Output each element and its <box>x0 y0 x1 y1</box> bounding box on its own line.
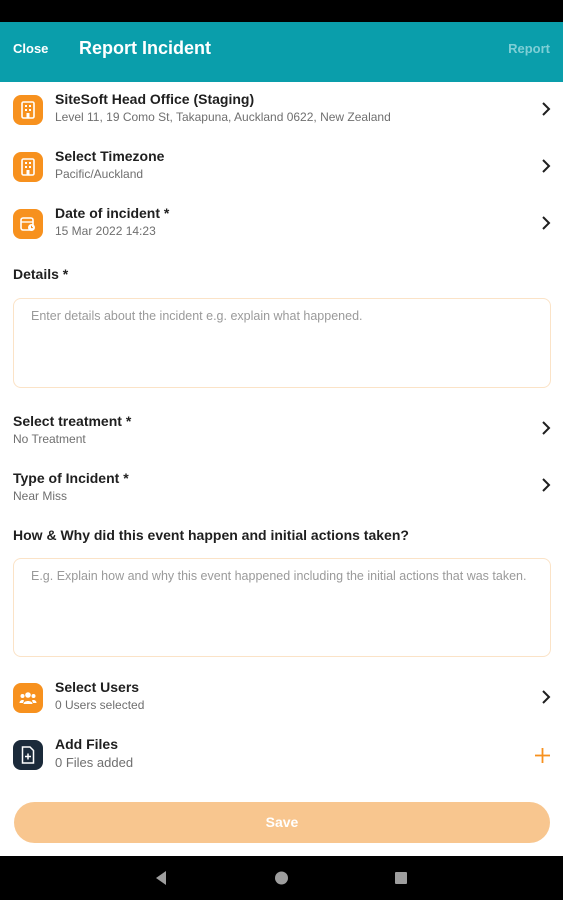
incident-type-label: Type of Incident * <box>13 470 129 486</box>
navigation-bar <box>0 856 563 900</box>
home-icon[interactable] <box>274 870 289 886</box>
treatment-value: No Treatment <box>13 432 86 446</box>
plus-icon[interactable] <box>534 747 551 764</box>
users-icon <box>13 683 43 713</box>
report-button[interactable]: Report <box>508 41 550 56</box>
page-title: Report Incident <box>79 38 212 58</box>
how-why-placeholder: E.g. Explain how and why this event happ… <box>31 569 527 583</box>
recents-icon[interactable] <box>394 870 408 886</box>
users-count: 0 Users selected <box>55 698 145 712</box>
timezone-label: Select Timezone <box>55 148 165 164</box>
status-bar <box>0 0 563 22</box>
date-row[interactable]: Date of incident * 15 Mar 2022 14:23 <box>0 200 563 250</box>
chevron-right-icon <box>542 216 551 230</box>
treatment-label: Select treatment * <box>13 413 132 429</box>
chevron-right-icon <box>542 102 551 116</box>
save-button[interactable]: Save <box>14 802 550 843</box>
how-why-label: How & Why did this event happen and init… <box>13 527 409 543</box>
timezone-row[interactable]: Select Timezone Pacific/Auckland <box>0 143 563 193</box>
timezone-value: Pacific/Auckland <box>55 167 144 181</box>
file-add-icon <box>13 740 43 770</box>
date-value: 15 Mar 2022 14:23 <box>55 224 156 238</box>
location-label: SiteSoft Head Office (Staging) <box>55 91 255 107</box>
location-address: Level 11, 19 Como St, Takapuna, Auckland… <box>55 110 391 124</box>
add-files-label: Add Files <box>55 736 119 752</box>
incident-type-row[interactable]: Type of Incident * Near Miss <box>0 470 563 510</box>
details-placeholder: Enter details about the incident e.g. ex… <box>31 309 363 323</box>
files-count: 0 Files added <box>55 755 134 770</box>
how-why-input[interactable]: E.g. Explain how and why this event happ… <box>13 558 551 657</box>
back-icon[interactable] <box>154 870 168 886</box>
chevron-right-icon <box>542 478 551 492</box>
chevron-right-icon <box>542 690 551 704</box>
close-button[interactable]: Close <box>13 41 48 56</box>
chevron-right-icon <box>542 421 551 435</box>
select-users-row[interactable]: Select Users 0 Users selected <box>0 674 563 724</box>
details-label: Details * <box>13 266 69 282</box>
treatment-row[interactable]: Select treatment * No Treatment <box>0 413 563 453</box>
location-row[interactable]: SiteSoft Head Office (Staging) Level 11,… <box>0 86 563 136</box>
building-icon <box>13 152 43 182</box>
calendar-clock-icon <box>13 209 43 239</box>
select-users-label: Select Users <box>55 679 140 695</box>
app-bar: Close Report Incident Report <box>0 22 563 82</box>
incident-type-value: Near Miss <box>13 489 68 503</box>
details-input[interactable]: Enter details about the incident e.g. ex… <box>13 298 551 388</box>
chevron-right-icon <box>542 159 551 173</box>
building-icon <box>13 95 43 125</box>
add-files-row[interactable]: Add Files 0 Files added <box>0 731 563 781</box>
date-label: Date of incident * <box>55 205 170 221</box>
